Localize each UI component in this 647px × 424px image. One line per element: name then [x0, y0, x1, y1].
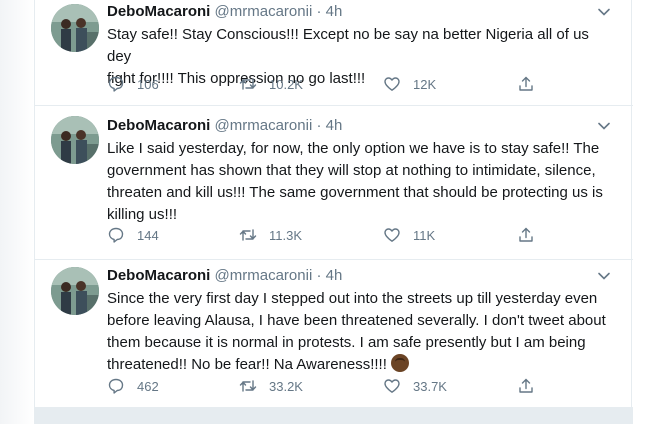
retweet-button[interactable]: 10.2K: [239, 74, 303, 94]
like-button[interactable]: 12K: [383, 74, 436, 94]
reply-count: 106: [137, 76, 159, 92]
tweet-text-line: Since the very first day I stepped out i…: [107, 290, 598, 307]
separator-dot: ·: [316, 3, 322, 20]
author-name[interactable]: DeboMacaroni: [107, 117, 210, 134]
reply-button[interactable]: 144: [107, 225, 159, 245]
chevron-down-icon[interactable]: [597, 119, 611, 133]
separator-dot: ·: [316, 267, 322, 284]
reply-button[interactable]: 462: [107, 376, 159, 396]
avatar[interactable]: [51, 116, 99, 164]
like-count: 12K: [413, 76, 437, 92]
heart-icon: [384, 77, 400, 91]
author-handle[interactable]: @mrmacaronii: [215, 3, 313, 20]
tweet-text-line-last: threatened!! No be fear!! Na Awareness!!…: [107, 354, 607, 376]
like-count: 11K: [413, 227, 436, 243]
chevron-down-icon[interactable]: [597, 5, 611, 19]
tweet[interactable]: DeboMacaroni @mrmacaronii · 4h Like I sa…: [35, 106, 633, 260]
reply-button[interactable]: 106: [107, 74, 159, 94]
tweet-text-line: threatened!! No be fear!! Na Awareness!!…: [107, 356, 387, 373]
tweet-text-line: them because it is normal in protests. I…: [107, 334, 586, 351]
share-button[interactable]: [517, 376, 535, 396]
like-count: 33.7K: [413, 378, 447, 394]
tweet-actions: 144 11.3K 11K: [107, 225, 567, 245]
page-background: [0, 0, 34, 424]
share-button[interactable]: [517, 225, 535, 245]
tweet-text-line: before leaving Alausa, I have been threa…: [107, 312, 606, 329]
avatar[interactable]: [51, 4, 99, 52]
retweet-count: 33.2K: [269, 378, 303, 394]
retweet-icon: [239, 380, 257, 392]
tweet-header: DeboMacaroni @mrmacaronii · 4h: [107, 116, 617, 136]
share-icon: [519, 76, 533, 91]
tweet-text-line: Stay safe!! Stay Conscious!!! Except no …: [107, 26, 589, 65]
chevron-down-icon[interactable]: [597, 269, 611, 283]
heart-icon: [384, 379, 400, 393]
heart-icon: [384, 228, 400, 242]
retweet-button[interactable]: 33.2K: [239, 376, 303, 396]
tweet-time[interactable]: 4h: [326, 117, 343, 134]
share-icon: [519, 227, 533, 242]
reply-icon: [108, 378, 124, 394]
raised-fist-emoji: [390, 354, 409, 372]
tweet-header: DeboMacaroni @mrmacaronii · 4h: [107, 266, 617, 286]
retweet-count: 11.3K: [269, 227, 303, 243]
reply-count: 144: [137, 227, 159, 243]
author-name[interactable]: DeboMacaroni: [107, 267, 210, 284]
feed-divider: [35, 408, 633, 424]
reply-count: 462: [137, 378, 159, 394]
share-button[interactable]: [517, 74, 535, 94]
author-handle[interactable]: @mrmacaronii: [215, 267, 313, 284]
tweet-actions: 462 33.2K 33.7K: [107, 376, 567, 396]
tweet-text-line: Like I said yesterday, for now, the only…: [107, 140, 600, 157]
like-button[interactable]: 33.7K: [383, 376, 447, 396]
tweet-text-line: threaten and kill us!!! The same governm…: [107, 184, 603, 201]
like-button[interactable]: 11K: [383, 225, 435, 245]
retweet-icon: [239, 229, 257, 241]
tweet-time[interactable]: 4h: [326, 267, 343, 284]
reply-icon: [108, 76, 124, 92]
tweet-text: Since the very first day I stepped out i…: [107, 288, 607, 376]
retweet-button[interactable]: 11.3K: [239, 225, 302, 245]
separator-dot: ·: [316, 117, 322, 134]
tweet[interactable]: DeboMacaroni @mrmacaronii · 4h Since the…: [35, 260, 633, 408]
retweet-icon: [239, 78, 257, 90]
author-handle[interactable]: @mrmacaronii: [215, 117, 313, 134]
tweet-text: Like I said yesterday, for now, the only…: [107, 138, 607, 226]
tweet-actions: 106 10.2K 12K: [107, 74, 567, 94]
tweet-feed: DeboMacaroni @mrmacaronii · 4h Stay safe…: [34, 0, 633, 424]
tweet-text-line: killing us!!!: [107, 206, 178, 223]
tweet[interactable]: DeboMacaroni @mrmacaronii · 4h Stay safe…: [35, 0, 633, 106]
author-name[interactable]: DeboMacaroni: [107, 3, 210, 20]
retweet-count: 10.2K: [269, 76, 303, 92]
tweet-header: DeboMacaroni @mrmacaronii · 4h: [107, 2, 617, 22]
avatar[interactable]: [51, 267, 99, 315]
share-icon: [519, 378, 533, 393]
tweet-text-line: government has shown that they will stop…: [107, 162, 596, 179]
tweet-time[interactable]: 4h: [326, 3, 343, 20]
reply-icon: [108, 227, 124, 243]
